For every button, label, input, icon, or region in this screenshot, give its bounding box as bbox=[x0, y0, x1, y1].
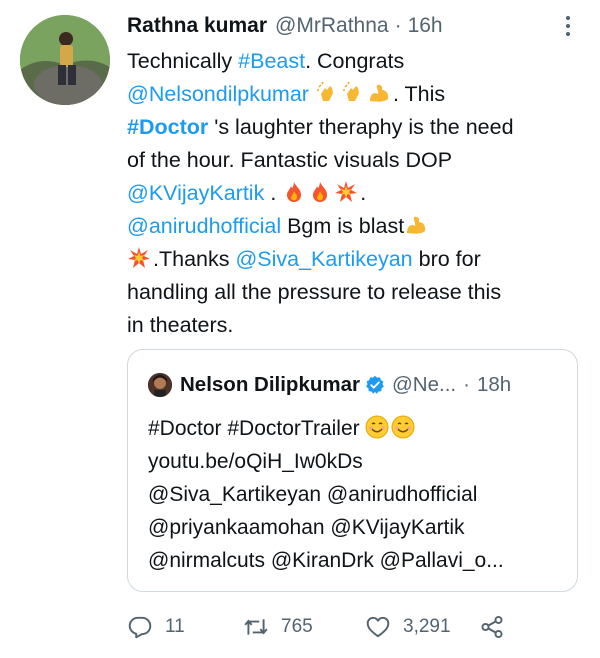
like-count: 3,291 bbox=[403, 616, 451, 637]
quoted-line-2: youtu.be/oQiH_Iw0kDs bbox=[148, 450, 363, 473]
clapping-hands-icon bbox=[315, 81, 339, 105]
mention-nelsondilpkumar[interactable]: @Nelsondilpkumar bbox=[127, 82, 309, 106]
author-avatar[interactable] bbox=[20, 15, 110, 105]
smiling-face-icon bbox=[365, 415, 389, 439]
reply-count: 11 bbox=[165, 616, 185, 637]
author-handle[interactable]: @MrRathna bbox=[275, 14, 389, 38]
quoted-line-5: @nirmalcuts @KiranDrk @Pallavi_o... bbox=[148, 549, 504, 572]
avatar-photo bbox=[20, 15, 110, 105]
smiling-face-icon bbox=[391, 415, 415, 439]
quoted-time-separator: · bbox=[463, 373, 470, 396]
tweet-actions: 11 765 3,291 bbox=[127, 612, 527, 642]
quoted-line-1: #Doctor #DoctorTrailer bbox=[148, 412, 568, 445]
quoted-tweet-header: Nelson Dilipkumar @Ne... · 18h bbox=[148, 372, 511, 398]
retweet-count: 765 bbox=[281, 616, 313, 637]
mention-kvijaykartik[interactable]: @KVijayKartik bbox=[127, 181, 264, 205]
more-options-icon[interactable] bbox=[560, 12, 576, 40]
like-button[interactable]: 3,291 bbox=[365, 612, 451, 642]
mention-siva-kartikeyan[interactable]: @Siva_Kartikeyan bbox=[235, 247, 412, 271]
reply-button[interactable]: 11 bbox=[127, 612, 185, 642]
quoted-author-name: Nelson Dilipkumar bbox=[180, 373, 360, 396]
quoted-author-avatar bbox=[148, 373, 172, 397]
text: bro for bbox=[412, 247, 481, 271]
hashtag-doctor[interactable]: #Doctor bbox=[127, 115, 208, 139]
quoted-line-3: @Siva_Kartikeyan @anirudhofficial bbox=[148, 483, 478, 506]
heart-icon bbox=[366, 616, 390, 638]
tweet-line-1: Technically #Beast. Congrats bbox=[127, 45, 577, 78]
tweet-line-7: .Thanks @Siva_Kartikeyan bro for bbox=[127, 243, 577, 276]
text: .Thanks bbox=[153, 247, 236, 271]
fire-icon bbox=[282, 180, 306, 204]
tweet-text: Technically #Beast. Congrats @Nelsondilp… bbox=[127, 45, 577, 342]
fire-icon bbox=[308, 180, 332, 204]
quoted-line-4: @priyankaamohan @KVijayKartik bbox=[148, 516, 465, 539]
reply-icon bbox=[128, 616, 152, 639]
quoted-tweet[interactable]: Nelson Dilipkumar @Ne... · 18h #Doctor #… bbox=[127, 349, 578, 592]
text: . bbox=[360, 181, 367, 205]
quoted-avatar-photo bbox=[148, 373, 172, 397]
tweet-header: Rathna kumar @MrRathna · 16h bbox=[127, 10, 443, 42]
clapping-hands-icon bbox=[341, 81, 365, 105]
mention-anirudhofficial[interactable]: @anirudhofficial bbox=[127, 214, 281, 238]
verified-badge-icon bbox=[366, 375, 384, 394]
author-name[interactable]: Rathna kumar bbox=[127, 14, 267, 38]
collision-icon bbox=[334, 180, 358, 204]
tweet-line-9: in theaters. bbox=[127, 313, 234, 337]
tweet-line-5: @KVijayKartik . . bbox=[127, 177, 577, 210]
text: Bgm is blast bbox=[281, 214, 405, 238]
hashtag-beast[interactable]: #Beast bbox=[238, 49, 305, 73]
retweet-icon bbox=[244, 619, 268, 635]
text: #Doctor #DoctorTrailer bbox=[148, 417, 360, 440]
tweet-line-2: @Nelsondilpkumar . This bbox=[127, 78, 577, 111]
tweet-line-3: #Doctor 's laughter theraphy is the need bbox=[127, 111, 577, 144]
text: 's laughter theraphy is the need bbox=[208, 115, 514, 139]
quoted-author-handle: @Ne... bbox=[392, 373, 457, 396]
text: . bbox=[264, 181, 283, 205]
retweet-button[interactable]: 765 bbox=[243, 612, 313, 642]
share-button[interactable] bbox=[479, 612, 505, 642]
tweet-line-8: handling all the pressure to release thi… bbox=[127, 280, 502, 304]
text: Technically bbox=[127, 49, 239, 73]
text: . This bbox=[392, 82, 446, 106]
time-separator: · bbox=[394, 14, 402, 37]
tweet-line-4: of the hour. Fantastic visuals DOP bbox=[127, 148, 453, 172]
quoted-tweet-time: 18h bbox=[476, 373, 512, 396]
tweet-line-6: @anirudhofficial Bgm is blast bbox=[127, 210, 577, 243]
quoted-tweet-text: #Doctor #DoctorTrailer youtu.be/oQiH_Iw0… bbox=[148, 412, 568, 577]
share-icon bbox=[481, 615, 503, 639]
text: . Congrats bbox=[305, 49, 405, 73]
flexed-biceps-icon bbox=[367, 81, 391, 105]
flexed-biceps-icon bbox=[404, 213, 428, 237]
collision-icon bbox=[127, 246, 151, 270]
tweet-time[interactable]: 16h bbox=[408, 14, 443, 38]
